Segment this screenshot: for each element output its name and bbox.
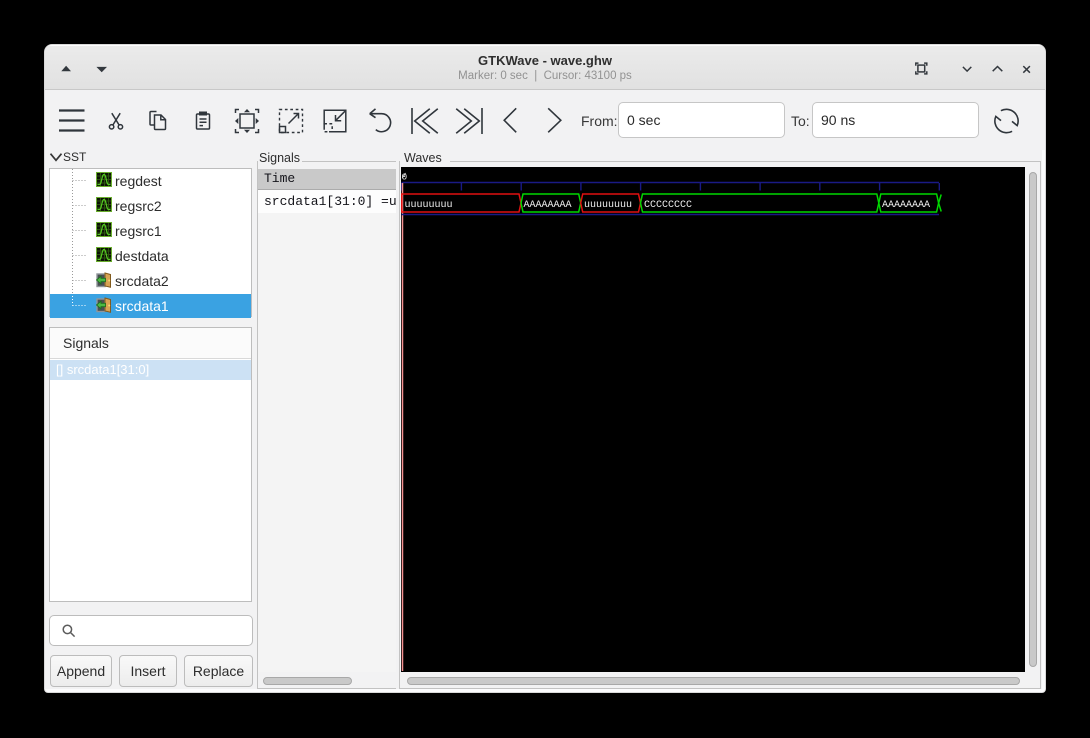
svg-text:CCCCCCCC: CCCCCCCC: [644, 200, 692, 211]
svg-text:uuuuuuuu: uuuuuuuu: [405, 200, 453, 211]
svg-text:0: 0: [402, 172, 408, 183]
svg-text:AAAAAAAA: AAAAAAAA: [524, 200, 572, 211]
svg-text:AAAAAAAA: AAAAAAAA: [882, 200, 930, 211]
svg-text:uuuuuuuu: uuuuuuuu: [584, 200, 632, 211]
